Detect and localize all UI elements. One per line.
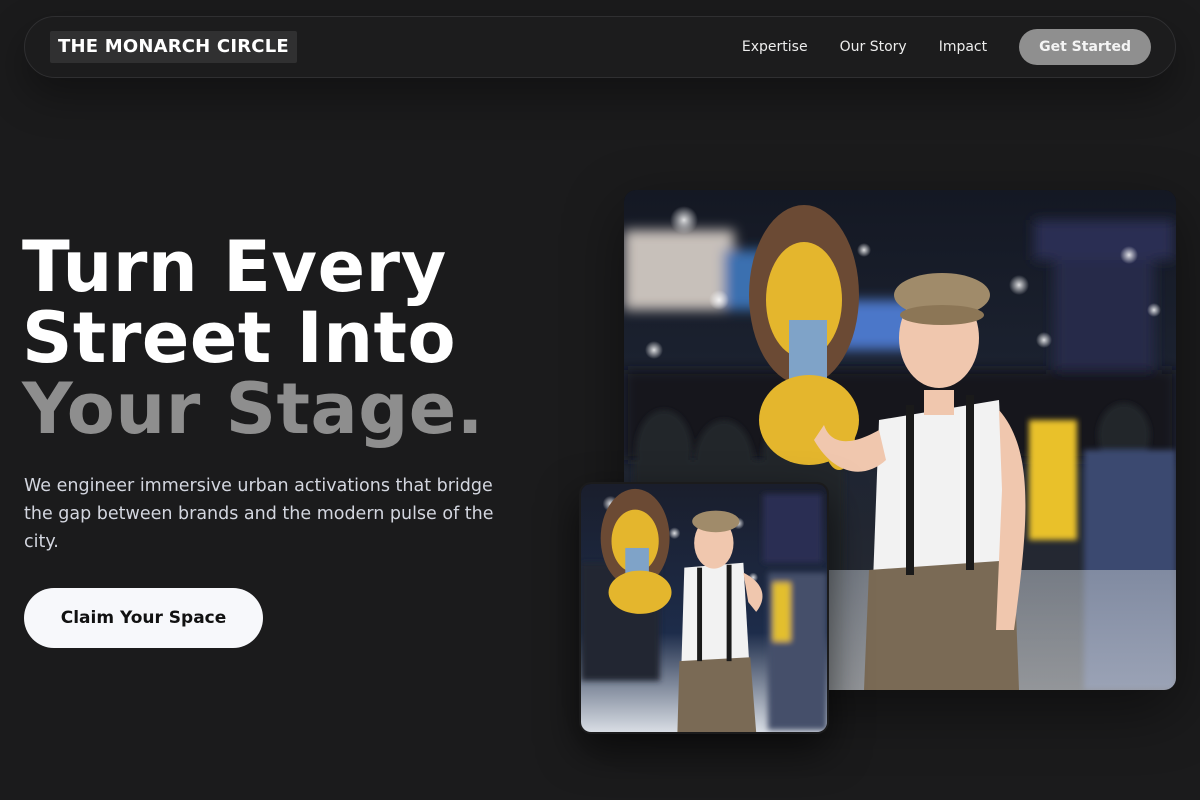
hero-title: Turn Every Street Into Your Stage. (22, 232, 484, 445)
get-started-button[interactable]: Get Started (1019, 29, 1151, 65)
claim-your-space-button[interactable]: Claim Your Space (24, 588, 263, 648)
nav-links: Expertise Our Story Impact Get Started (742, 28, 1151, 66)
top-nav: THE MONARCH CIRCLE Expertise Our Story I… (24, 16, 1176, 78)
hero-title-line-1: Turn Every (22, 226, 447, 308)
hero-title-line-3: Your Stage. (22, 368, 484, 450)
nav-link-impact[interactable]: Impact (939, 39, 987, 55)
hero-subtitle: We engineer immersive urban activations … (24, 476, 494, 552)
hero-photo-inset-image (581, 484, 827, 732)
hero-title-line-2: Street Into (22, 297, 457, 379)
brand-logo[interactable]: THE MONARCH CIRCLE (50, 31, 297, 63)
nav-link-our-story[interactable]: Our Story (840, 39, 907, 55)
nav-link-expertise[interactable]: Expertise (742, 39, 808, 55)
hero-photo-inset (579, 482, 829, 734)
